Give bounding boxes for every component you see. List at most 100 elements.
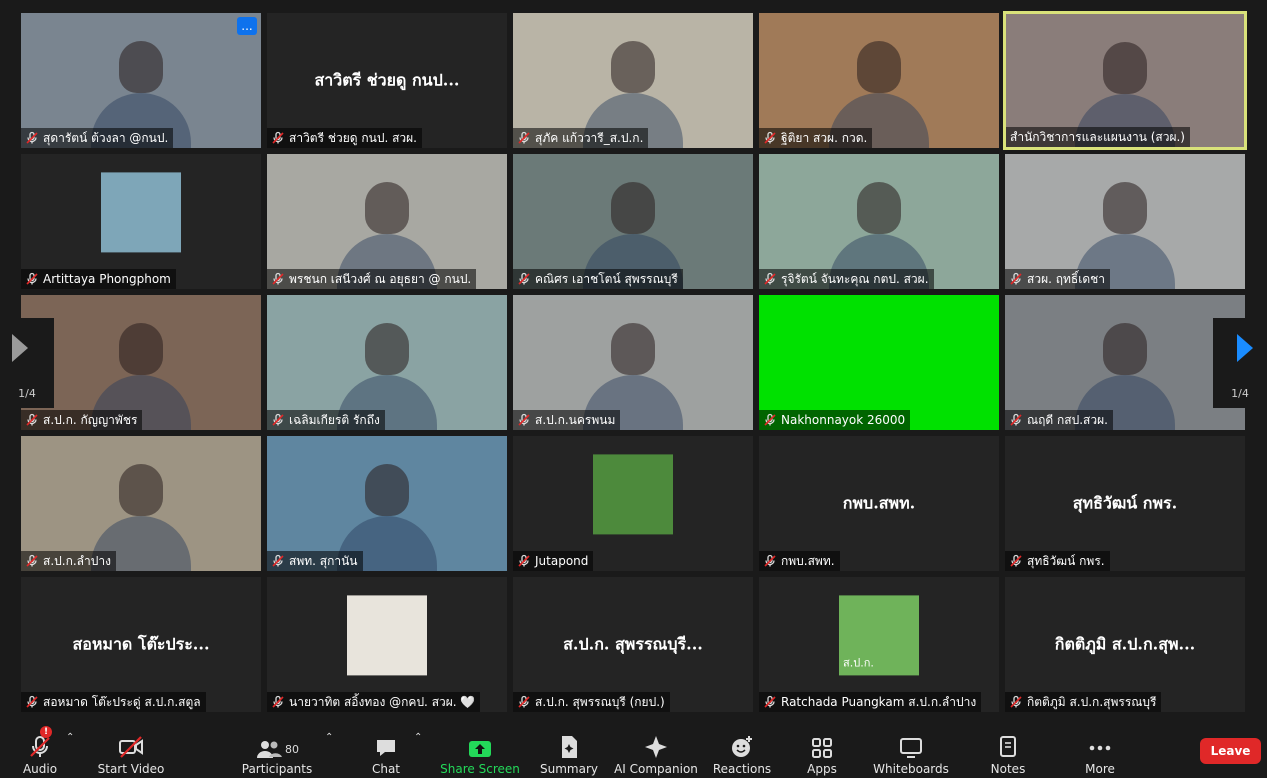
- summary-button[interactable]: Summary: [540, 724, 598, 776]
- participant-name: กิตติภูมิ ส.ป.ก.สุพรรณบุรี: [1027, 694, 1157, 709]
- microphone-muted-icon: [26, 413, 38, 426]
- participant-name: ส.ป.ก. สุพรรณบุรี (กยป.): [535, 694, 665, 709]
- participant-tile[interactable]: ส.ป.ก.ลำปาง: [21, 436, 261, 571]
- page-indicator-right: 1/4: [1231, 387, 1249, 400]
- reactions-button[interactable]: Reactions: [713, 724, 771, 776]
- participants-button[interactable]: 80 Participants: [242, 724, 312, 776]
- participant-name: สอหมาด โต๊ะประดู่ ส.ป.ก.สตูล: [43, 694, 201, 709]
- page-indicator-left: 1/4: [18, 387, 36, 400]
- participant-nametag: พรชนก เสนีวงศ์ ณ อยุธยา @ กนป.: [267, 269, 477, 289]
- person-silhouette: [857, 182, 901, 234]
- participant-name: ฐิติยา สวผ. กวด.: [781, 130, 868, 145]
- participant-tile[interactable]: ส.ป.ก. สุพรรณบุรี... ส.ป.ก. สุพรรณบุรี (ก…: [513, 577, 753, 712]
- participant-display-name: กพบ.สพท.: [842, 493, 916, 512]
- more-button[interactable]: More: [1080, 724, 1120, 776]
- participant-tile[interactable]: Artittaya Phongphom: [21, 154, 261, 289]
- participants-options-caret[interactable]: ⌃: [325, 732, 333, 743]
- participant-name: ส.ป.ก. กัญญาพัชร: [43, 412, 138, 427]
- person-silhouette: [611, 323, 655, 375]
- audio-button[interactable]: Audio !: [18, 724, 62, 776]
- participant-name: สาวิตรี ช่วยดู กนป. สวผ.: [289, 130, 417, 145]
- participant-tile[interactable]: ฐิติยา สวผ. กวด.: [759, 13, 999, 148]
- participant-nametag: กิตติภูมิ ส.ป.ก.สุพรรณบุรี: [1005, 692, 1162, 712]
- whiteboards-label: Whiteboards: [873, 762, 949, 776]
- participant-nametag: สอหมาด โต๊ะประดู่ ส.ป.ก.สตูล: [21, 692, 206, 712]
- participant-tile[interactable]: สพท. สุกานัน: [267, 436, 507, 571]
- person-silhouette: [365, 464, 409, 516]
- person-silhouette: [1103, 323, 1147, 375]
- person-silhouette: [1103, 42, 1147, 94]
- participant-tile[interactable]: สุทธิวัฒน์ กพร. สุทธิวัฒน์ กพร.: [1005, 436, 1245, 571]
- participant-name: นายวาทิต สอิ้งทอง @กคป. สวผ. 🤍: [289, 694, 476, 709]
- participant-name: คณิศร เอาชโตน์ สุพรรณบุรี: [535, 271, 678, 286]
- avatar: ส.ป.ก.: [839, 594, 919, 675]
- start-video-button[interactable]: Start Video: [96, 724, 166, 776]
- participant-tile[interactable]: นายวาทิต สอิ้งทอง @กคป. สวผ. 🤍: [267, 577, 507, 712]
- chevron-left-icon: [12, 334, 28, 362]
- participant-nametag: สำนักวิชาการและแผนงาน (สวผ.): [1006, 127, 1190, 147]
- share-screen-icon: [469, 741, 491, 757]
- person-silhouette: [365, 323, 409, 375]
- apps-button[interactable]: Apps: [802, 724, 842, 776]
- participant-tile[interactable]: ส.ป.ก. กัญญาพัชร: [21, 295, 261, 430]
- smiley-plus-icon: [732, 736, 752, 757]
- start-video-label: Start Video: [97, 762, 165, 776]
- person-silhouette: [611, 41, 655, 93]
- chat-label: Chat: [371, 762, 401, 776]
- participant-nametag: กพบ.สพท.: [759, 551, 840, 571]
- microphone-muted-icon: [1010, 413, 1022, 426]
- participant-nametag: สาวิตรี ช่วยดู กนป. สวผ.: [267, 128, 422, 148]
- person-silhouette: [119, 464, 163, 516]
- participant-tile[interactable]: กพบ.สพท. กพบ.สพท.: [759, 436, 999, 571]
- participant-tile[interactable]: รุจิรัตน์ จันทะคุณ กตป. สวผ.: [759, 154, 999, 289]
- chat-options-caret[interactable]: ⌃: [414, 732, 422, 743]
- apps-grid-icon: [812, 738, 832, 758]
- chat-button[interactable]: Chat: [366, 724, 406, 776]
- prev-page-button[interactable]: 1/4: [0, 318, 54, 408]
- microphone-muted-icon: [518, 554, 530, 567]
- participant-name: สุดารัตน์ ต้วงลา @กนป.: [43, 130, 169, 145]
- participant-tile[interactable]: เฉลิมเกียรติ รักถึง: [267, 295, 507, 430]
- tile-options-button[interactable]: ...: [237, 17, 257, 35]
- avatar: [347, 594, 427, 675]
- participant-nametag: คณิศร เอาชโตน์ สุพรรณบุรี: [513, 269, 683, 289]
- participant-tile[interactable]: สำนักวิชาการและแผนงาน (สวผ.): [1003, 11, 1247, 150]
- participant-tile[interactable]: Nakhonnayok 26000: [759, 295, 999, 430]
- chat-bubble-icon: [377, 740, 395, 756]
- participant-tile[interactable]: สวผ. ฤทธิ์เดชา: [1005, 154, 1245, 289]
- reactions-label: Reactions: [712, 762, 772, 776]
- leave-button[interactable]: Leave: [1200, 738, 1261, 764]
- ai-companion-button[interactable]: AI Companion: [614, 724, 698, 776]
- participant-display-name: สาวิตรี ช่วยดู กนป...: [314, 70, 460, 89]
- participant-name: Ratchada Puangkam ส.ป.ก.ลำปาง: [781, 694, 977, 709]
- participant-name: สำนักวิชาการและแผนงาน (สวผ.): [1010, 129, 1185, 144]
- participant-tile[interactable]: ... สุดารัตน์ ต้วงลา @กนป.: [21, 13, 261, 148]
- participant-tile[interactable]: Jutapond: [513, 436, 753, 571]
- notes-button[interactable]: Notes: [988, 724, 1028, 776]
- participant-tile[interactable]: ส.ป.ก.นครพนม: [513, 295, 753, 430]
- microphone-muted-icon: [764, 413, 776, 426]
- microphone-muted-icon: [764, 131, 776, 144]
- microphone-muted-icon: [764, 554, 776, 567]
- microphone-muted-icon: [272, 695, 284, 708]
- microphone-muted-icon: [30, 736, 50, 757]
- participant-tile[interactable]: คณิศร เอาชโตน์ สุพรรณบุรี: [513, 154, 753, 289]
- participant-name: Artittaya Phongphom: [43, 272, 171, 286]
- microphone-muted-icon: [272, 272, 284, 285]
- audio-options-caret[interactable]: ⌃: [66, 732, 74, 743]
- participant-tile[interactable]: กิตติภูมิ ส.ป.ก.สุพ... กิตติภูมิ ส.ป.ก.สุ…: [1005, 577, 1245, 712]
- avatar-caption: ส.ป.ก.: [843, 655, 874, 669]
- participant-name: สวผ. ฤทธิ์เดชา: [1027, 271, 1105, 286]
- participant-tile[interactable]: สอหมาด โต๊ะประ... สอหมาด โต๊ะประดู่ ส.ป.ก…: [21, 577, 261, 712]
- share-screen-button[interactable]: Share Screen: [440, 724, 520, 776]
- participant-tile[interactable]: พรชนก เสนีวงศ์ ณ อยุธยา @ กนป.: [267, 154, 507, 289]
- participants-icon: [257, 741, 282, 758]
- participant-tile[interactable]: ส.ป.ก. Ratchada Puangkam ส.ป.ก.ลำปาง: [759, 577, 999, 712]
- microphone-muted-icon: [518, 413, 530, 426]
- next-page-button[interactable]: 1/4: [1213, 318, 1267, 408]
- participant-tile[interactable]: สาวิตรี ช่วยดู กนป... สาวิตรี ช่วยดู กนป.…: [267, 13, 507, 148]
- microphone-muted-icon: [1010, 554, 1022, 567]
- participant-tile[interactable]: ณฤดี กสป.สวผ.: [1005, 295, 1245, 430]
- participant-tile[interactable]: สุภัค แก้ววารี_ส.ป.ก.: [513, 13, 753, 148]
- whiteboards-button[interactable]: Whiteboards: [872, 724, 950, 776]
